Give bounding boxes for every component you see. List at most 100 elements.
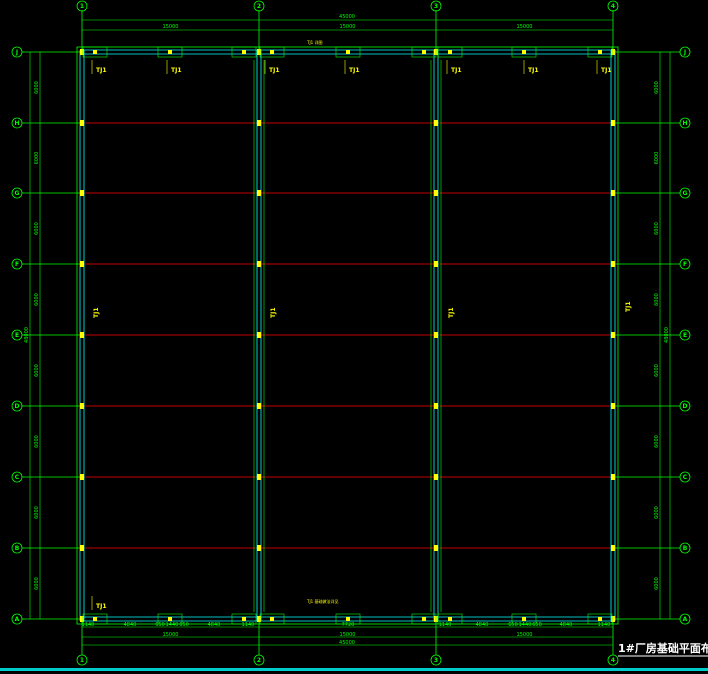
dim-right-segment-label: 6000: [654, 152, 660, 165]
dim-bottom-detail-label: 4840: [124, 622, 137, 628]
axis-bubble-left-label: A: [15, 616, 20, 623]
column: [611, 616, 615, 622]
footing-column: [522, 50, 526, 54]
column: [611, 49, 615, 55]
dim-right-segment-label: 6000: [654, 577, 660, 590]
dim-left-segment-label: 6000: [34, 152, 40, 165]
dim-right-segment-label: 6000: [654, 506, 660, 519]
column: [434, 332, 438, 338]
dim-bottom-detail-label: 4840: [560, 622, 573, 628]
dim-left-segment-label: 6000: [34, 435, 40, 448]
dim-right-overall-label: 48000: [664, 327, 670, 343]
axis-bubble-left-label: E: [15, 332, 19, 339]
footing-column: [270, 50, 274, 54]
top-note: TJ1 详图: [306, 39, 322, 45]
footing-column: [242, 50, 246, 54]
column: [80, 474, 84, 480]
foundation-tag: TJ1: [96, 603, 107, 610]
axis-bubble-left-label: B: [15, 545, 20, 552]
axis-bubble-left-label: H: [14, 120, 19, 127]
column: [80, 403, 84, 409]
dim-bottom-detail-label: 4840: [476, 622, 489, 628]
axis-bubble-bottom-label: 2: [257, 657, 261, 664]
foundation-tag: TJ1: [96, 67, 107, 74]
column: [257, 332, 261, 338]
column: [434, 545, 438, 551]
column: [257, 120, 261, 126]
column: [611, 474, 615, 480]
dim-bottom-detail-label: 650: [532, 622, 542, 628]
dim-bottom-detail-label: 1140: [82, 622, 95, 628]
column: [611, 545, 615, 551]
axis-bubble-right-label: D: [683, 403, 688, 410]
axis-bubble-bottom-label: 4: [611, 657, 615, 664]
dim-bottom-detail-label: 650: [155, 622, 165, 628]
dim-bottom-detail-label: 650: [508, 622, 518, 628]
axis-bubble-top-label: 4: [611, 3, 615, 10]
dim-bottom-detail-label: 1140: [242, 622, 255, 628]
dim-right-segment-label: 6000: [654, 364, 660, 377]
dim-left-segment-label: 6000: [34, 364, 40, 377]
column: [80, 332, 84, 338]
axis-bubble-right-label: J: [683, 49, 686, 56]
column: [434, 120, 438, 126]
column: [80, 545, 84, 551]
axis-bubble-right-label: F: [683, 261, 687, 268]
foundation-tag-rotated: TJ1: [270, 308, 277, 319]
dim-bottom-segment-label: 15000: [517, 632, 533, 638]
foundation-tag: TJ1: [601, 67, 612, 74]
axis-bubble-left-label: D: [15, 403, 20, 410]
foundation-plan-drawing: TJ1 TJ1 TJ1 TJ1 TJ1 TJ1 TJ1 TJ1 TJ1 TJ1 TJ1 TJ1 450…: [0, 0, 708, 674]
footing-column: [448, 50, 452, 54]
footing-column: [346, 50, 350, 54]
foundation-tag: TJ1: [349, 67, 360, 74]
column: [257, 261, 261, 267]
dim-bottom-detail-label: 4840: [208, 622, 221, 628]
dim-bottom-segment-label: 15000: [163, 632, 179, 638]
axis-bubble-left-label: F: [15, 261, 19, 268]
dim-bottom-detail-label: 650: [179, 622, 189, 628]
footing-column: [168, 50, 172, 54]
dim-bottom-detail-label: 1440: [519, 622, 532, 628]
axis-bubble-left-label: G: [15, 190, 20, 197]
axis-bubble-top-label: 1: [80, 3, 84, 10]
axis-bubble-top-label: 2: [257, 3, 261, 10]
dim-top-segment-label: 15000: [340, 24, 356, 30]
foundation-tag-rotated: TJ1: [625, 302, 632, 313]
foundation-tag-rotated: TJ1: [448, 308, 455, 319]
column: [434, 403, 438, 409]
dim-bottom-detail-label: 1140: [439, 622, 452, 628]
axis-bubble-left-label: C: [15, 474, 20, 481]
column: [611, 261, 615, 267]
column: [80, 49, 84, 55]
footing-column: [346, 617, 350, 621]
column: [434, 474, 438, 480]
dim-right-segment-label: 6000: [654, 435, 660, 448]
axis-bubble-right-label: B: [683, 545, 688, 552]
column: [80, 190, 84, 196]
footing-column: [448, 617, 452, 621]
dim-left-segment-label: 6000: [34, 506, 40, 519]
axis-bubble-right-label: C: [683, 474, 688, 481]
drawing-title: 1#厂房基础平面布置图: [618, 641, 708, 655]
dim-bottom-overall-label: 45000: [339, 640, 355, 646]
foundation-tag: TJ1: [171, 67, 182, 74]
column: [257, 190, 261, 196]
axis-bubble-right-label: E: [683, 332, 687, 339]
footing-column: [598, 617, 602, 621]
dim-left-segment-label: 6000: [34, 222, 40, 235]
axis-bubble-bottom-label: 3: [434, 657, 438, 664]
dim-bottom-segment-label: 15000: [340, 632, 356, 638]
dim-bottom-detail-label: 7720: [342, 622, 355, 628]
footing-column: [93, 617, 97, 621]
axis-bubble-top-label: 3: [434, 3, 438, 10]
dim-right-segment-label: 6000: [654, 293, 660, 306]
axis-bubble-right-label: G: [683, 190, 688, 197]
column: [611, 190, 615, 196]
dim-top-segment-label: 15000: [517, 24, 533, 30]
foundation-tag: TJ1: [269, 67, 280, 74]
dim-left-segment-label: 6000: [34, 293, 40, 306]
foundation-tag: TJ1: [451, 67, 462, 74]
dim-left-overall-label: 48000: [24, 327, 30, 343]
column: [80, 261, 84, 267]
